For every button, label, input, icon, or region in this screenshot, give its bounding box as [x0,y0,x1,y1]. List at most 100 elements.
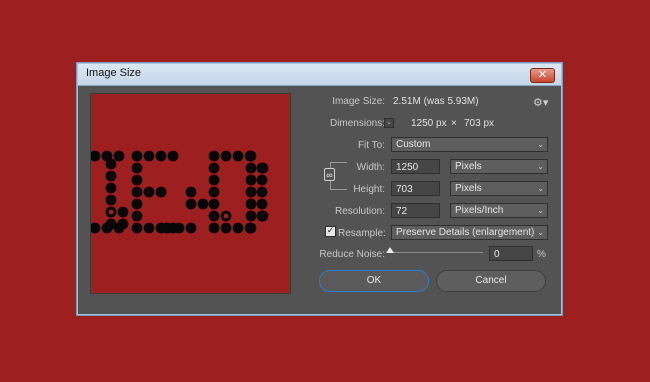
preview-dot [220,222,232,234]
image-size-value: 2.51M (was 5.93M) [393,96,479,107]
dialog-title: Image Size [86,67,142,79]
dimensions-width: 1250 px [411,118,447,129]
dimensions-dropdown-icon[interactable]: ⌄ [384,118,394,128]
resample-method-select[interactable]: Preserve Details (enlargement) ⌄ [391,225,548,240]
preview-dot [105,158,117,170]
height-input[interactable]: 703 [391,181,440,196]
image-size-label: Image Size: [332,96,385,107]
fit-to-select[interactable]: Custom ⌄ [391,137,548,152]
width-label: Width: [356,162,385,173]
preview-dot [105,218,117,230]
preview-dot [257,210,269,222]
resolution-input[interactable]: 72 [391,203,440,218]
close-icon: ✕ [537,68,548,81]
image-size-dialog: Image Size ✕ Image Size: 2.51M (was 5.93… [77,63,562,315]
preview-dot [232,150,244,162]
resolution-unit-value: Pixels/Inch [455,205,504,216]
preview-dot [245,198,257,210]
preview-dot [245,222,257,234]
width-unit-value: Pixels [455,161,482,172]
preview-dot [220,150,232,162]
preview-dot [155,150,167,162]
preview-dot [208,150,220,162]
preview-dot [105,182,117,194]
fit-to-value: Custom [396,139,431,150]
preview-dot [208,210,220,222]
width-input[interactable]: 1250 [391,159,440,174]
dimensions-height: 703 px [464,118,495,129]
preview-dot [245,186,257,198]
preview-dot [91,222,101,234]
preview-dot [167,150,179,162]
preview-dot [256,174,268,186]
chevron-down-icon: ⌄ [537,206,544,215]
chevron-down-icon: ⌄ [537,228,544,237]
preview-dot [131,162,143,174]
preview-dot [161,222,173,234]
dimensions-label: Dimensions: [329,118,385,129]
preview-dot [245,174,257,186]
reduce-noise-slider[interactable] [390,252,483,253]
preview-dot [155,186,167,198]
reduce-noise-label: Reduce Noise: [319,249,385,260]
preview-dot [197,198,209,210]
preview-dot [105,170,117,182]
preview-dot [131,210,143,222]
preview-dot [208,222,220,234]
preview-dot [143,150,155,162]
gear-icon[interactable]: ⚙▾ [533,96,548,109]
preview-dot [131,198,143,210]
preview-dot [208,174,220,186]
preview-dot [131,222,143,234]
preview-dot [91,150,101,162]
preview-dot [245,150,257,162]
reduce-noise-unit: % [537,249,546,260]
resolution-unit-select[interactable]: Pixels/Inch ⌄ [450,203,548,218]
preview-dot [117,218,129,230]
preview-dot [185,198,197,210]
ok-button[interactable]: OK [319,270,429,292]
preview-dot [173,222,185,234]
width-unit-select[interactable]: Pixels ⌄ [450,159,548,174]
preview-dot [185,186,197,198]
height-unit-select[interactable]: Pixels ⌄ [450,181,548,196]
chevron-down-icon: ⌄ [537,140,544,149]
preview-dot-highlight [108,209,114,215]
dimensions-times: × [451,118,457,129]
preview-dot [208,162,220,174]
resample-label: Resample: [338,228,386,239]
height-label: Height: [353,184,385,195]
resample-method-value: Preserve Details (enlargement) [396,227,535,238]
preview-dot [245,162,257,174]
preview-dot [257,162,269,174]
height-unit-value: Pixels [455,183,482,194]
preview-dot [105,194,117,206]
preview-dot [256,186,268,198]
preview-dot [185,222,197,234]
preview-dot [117,206,129,218]
preview-dot [131,150,143,162]
resample-checkbox[interactable]: ✓ [325,226,336,237]
reduce-noise-slider-thumb[interactable] [386,247,394,253]
preview-dot [143,222,155,234]
preview-dot [256,198,268,210]
preview-dot [113,150,125,162]
chevron-down-icon: ⌄ [537,162,544,171]
preview-dot [131,186,143,198]
resolution-label: Resolution: [334,206,385,217]
preview-dot [208,198,220,210]
preview-dot [232,222,244,234]
image-preview[interactable] [90,93,291,294]
title-bar[interactable]: Image Size ✕ [78,64,561,86]
preview-dot [245,210,257,222]
fit-to-label: Fit To: [357,140,385,151]
preview-dot [208,186,220,198]
preview-dot [131,174,143,186]
close-button[interactable]: ✕ [530,68,555,83]
reduce-noise-input[interactable]: 0 [489,246,533,261]
preview-artwork [91,150,269,234]
preview-dot-highlight [223,213,229,219]
cancel-button[interactable]: Cancel [436,270,546,292]
preview-dot [143,186,155,198]
chevron-down-icon: ⌄ [537,184,544,193]
